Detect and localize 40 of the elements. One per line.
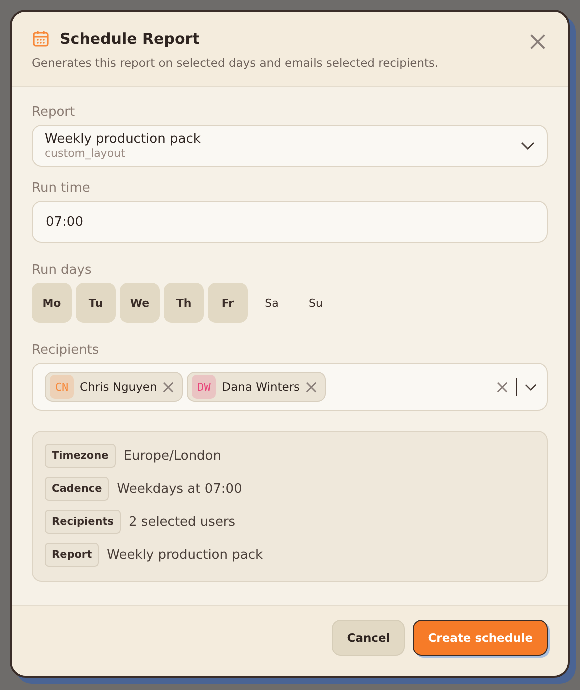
summary-key: Report: [45, 543, 100, 567]
dialog-title: Schedule Report: [60, 30, 200, 48]
close-button[interactable]: [530, 34, 546, 50]
calendar-icon: [32, 30, 50, 48]
dialog-subtitle: Generates this report on selected days and emails selected recipients.: [32, 56, 440, 70]
recipient-name: Dana Winters: [222, 380, 300, 394]
field-label: Run time: [32, 181, 92, 196]
remove-button[interactable]: [163, 382, 174, 392]
recipients-select[interactable]: CN Chris Nguyen DW Dana Winters: [32, 363, 548, 411]
day-toggle[interactable]: We: [120, 283, 160, 323]
avatar: CN: [50, 375, 74, 399]
summary-key: Recipients: [45, 510, 122, 534]
day-toggle[interactable]: Tu: [76, 283, 116, 323]
time-input[interactable]: 07:00: [32, 201, 548, 243]
remove-button[interactable]: [306, 382, 318, 392]
cancel-button[interactable]: Cancel: [332, 620, 406, 656]
remove-icon: [163, 382, 174, 392]
summary-key: Timezone: [45, 444, 116, 468]
summary-key: Cadence: [45, 477, 110, 501]
day-toggle[interactable]: Mo: [32, 283, 72, 323]
day-toggle[interactable]: Fr: [208, 283, 248, 323]
chevron-down-icon: [525, 384, 537, 390]
summary-value: 2 selected users: [129, 514, 236, 530]
day-toggle[interactable]: Sa: [252, 283, 292, 323]
summary-value: Weekdays at 07:00: [117, 482, 242, 496]
field-label: Recipients: [32, 343, 100, 358]
summary-value: Europe/London: [124, 448, 222, 464]
clear-icon: [497, 382, 508, 392]
recipient-name: Chris Nguyen: [80, 380, 158, 394]
field-label: Run days: [32, 263, 93, 278]
field-label: Report: [32, 105, 76, 120]
day-toggle[interactable]: Su: [296, 283, 336, 323]
chevron-down-icon: [521, 142, 535, 150]
avatar: DW: [192, 375, 216, 399]
report-select[interactable]: Weekly production pack custom_layout: [32, 125, 548, 167]
day-toggle[interactable]: Th: [164, 283, 204, 323]
clear-button[interactable]: [497, 382, 508, 392]
remove-icon: [306, 382, 318, 392]
close-icon: [530, 34, 546, 50]
summary-value: Weekly production pack: [107, 548, 264, 562]
